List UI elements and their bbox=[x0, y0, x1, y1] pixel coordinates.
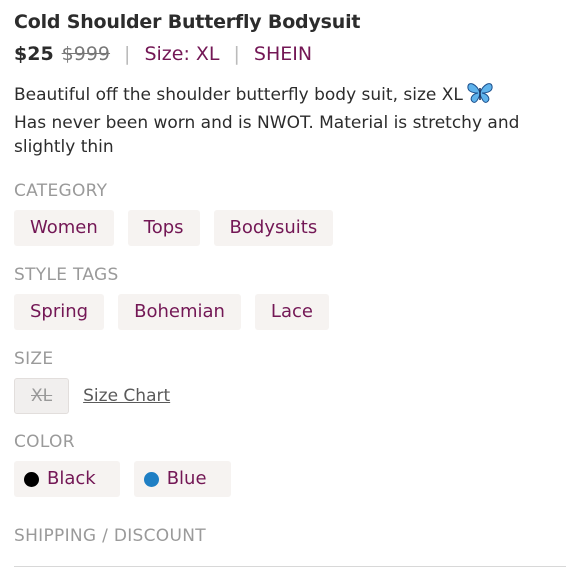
style-tag-chip-bohemian[interactable]: Bohemian bbox=[118, 294, 241, 330]
size-row: XL Size Chart bbox=[14, 378, 170, 414]
color-chip-black[interactable]: Black bbox=[14, 461, 120, 497]
price: $25 bbox=[14, 43, 54, 65]
listing-description: Beautiful off the shoulder butterfly bod… bbox=[14, 82, 566, 159]
size-option-xl[interactable]: XL bbox=[14, 378, 70, 414]
size-chart-link[interactable]: Size Chart bbox=[83, 386, 170, 406]
divider bbox=[14, 566, 566, 567]
size-link[interactable]: Size: XL bbox=[144, 43, 219, 65]
color-section: COLOR Black Blue bbox=[14, 431, 231, 497]
original-price: $999 bbox=[61, 43, 111, 65]
style-tag-chips: Spring Bohemian Lace bbox=[14, 294, 329, 330]
brand-link[interactable]: SHEIN bbox=[254, 43, 312, 65]
color-chips: Black Blue bbox=[14, 461, 231, 497]
color-label: COLOR bbox=[14, 432, 75, 452]
style-tag-chip-spring[interactable]: Spring bbox=[14, 294, 105, 330]
description-line: slightly thin bbox=[14, 137, 114, 157]
shipping-label[interactable]: SHIPPING / DISCOUNT bbox=[14, 525, 206, 547]
separator: | bbox=[124, 43, 131, 65]
category-chip-tops[interactable]: Tops bbox=[127, 210, 200, 246]
listing-title: Cold Shoulder Butterfly Bodysuit bbox=[14, 11, 361, 33]
size-label: SIZE bbox=[14, 349, 54, 369]
style-tags-label: STYLE TAGS bbox=[14, 265, 119, 285]
color-chip-blue[interactable]: Blue bbox=[133, 461, 231, 497]
category-label: CATEGORY bbox=[14, 181, 108, 201]
shipping-section: SHIPPING / DISCOUNT bbox=[14, 525, 206, 547]
description-line: Beautiful off the shoulder butterfly bod… bbox=[14, 85, 463, 105]
blue-swatch-icon bbox=[143, 471, 159, 487]
color-name: Black bbox=[47, 468, 96, 489]
price-row: $25 $999 | Size: XL | SHEIN bbox=[14, 40, 566, 68]
category-chips: Women Tops Bodysuits bbox=[14, 210, 334, 246]
size-section: SIZE XL Size Chart bbox=[14, 348, 170, 414]
style-tags-section: STYLE TAGS Spring Bohemian Lace bbox=[14, 264, 329, 330]
listing-details: Cold Shoulder Butterfly Bodysuit $25 $99… bbox=[14, 8, 566, 546]
butterfly-icon bbox=[467, 82, 493, 111]
style-tag-chip-lace[interactable]: Lace bbox=[254, 294, 329, 330]
category-chip-women[interactable]: Women bbox=[14, 210, 114, 246]
separator: | bbox=[233, 43, 240, 65]
category-section: CATEGORY Women Tops Bodysuits bbox=[14, 180, 334, 246]
black-swatch-icon bbox=[24, 471, 39, 487]
description-line: Has never been worn and is NWOT. Materia… bbox=[14, 113, 520, 133]
category-chip-bodysuits[interactable]: Bodysuits bbox=[213, 210, 334, 246]
color-name: Blue bbox=[166, 468, 207, 489]
